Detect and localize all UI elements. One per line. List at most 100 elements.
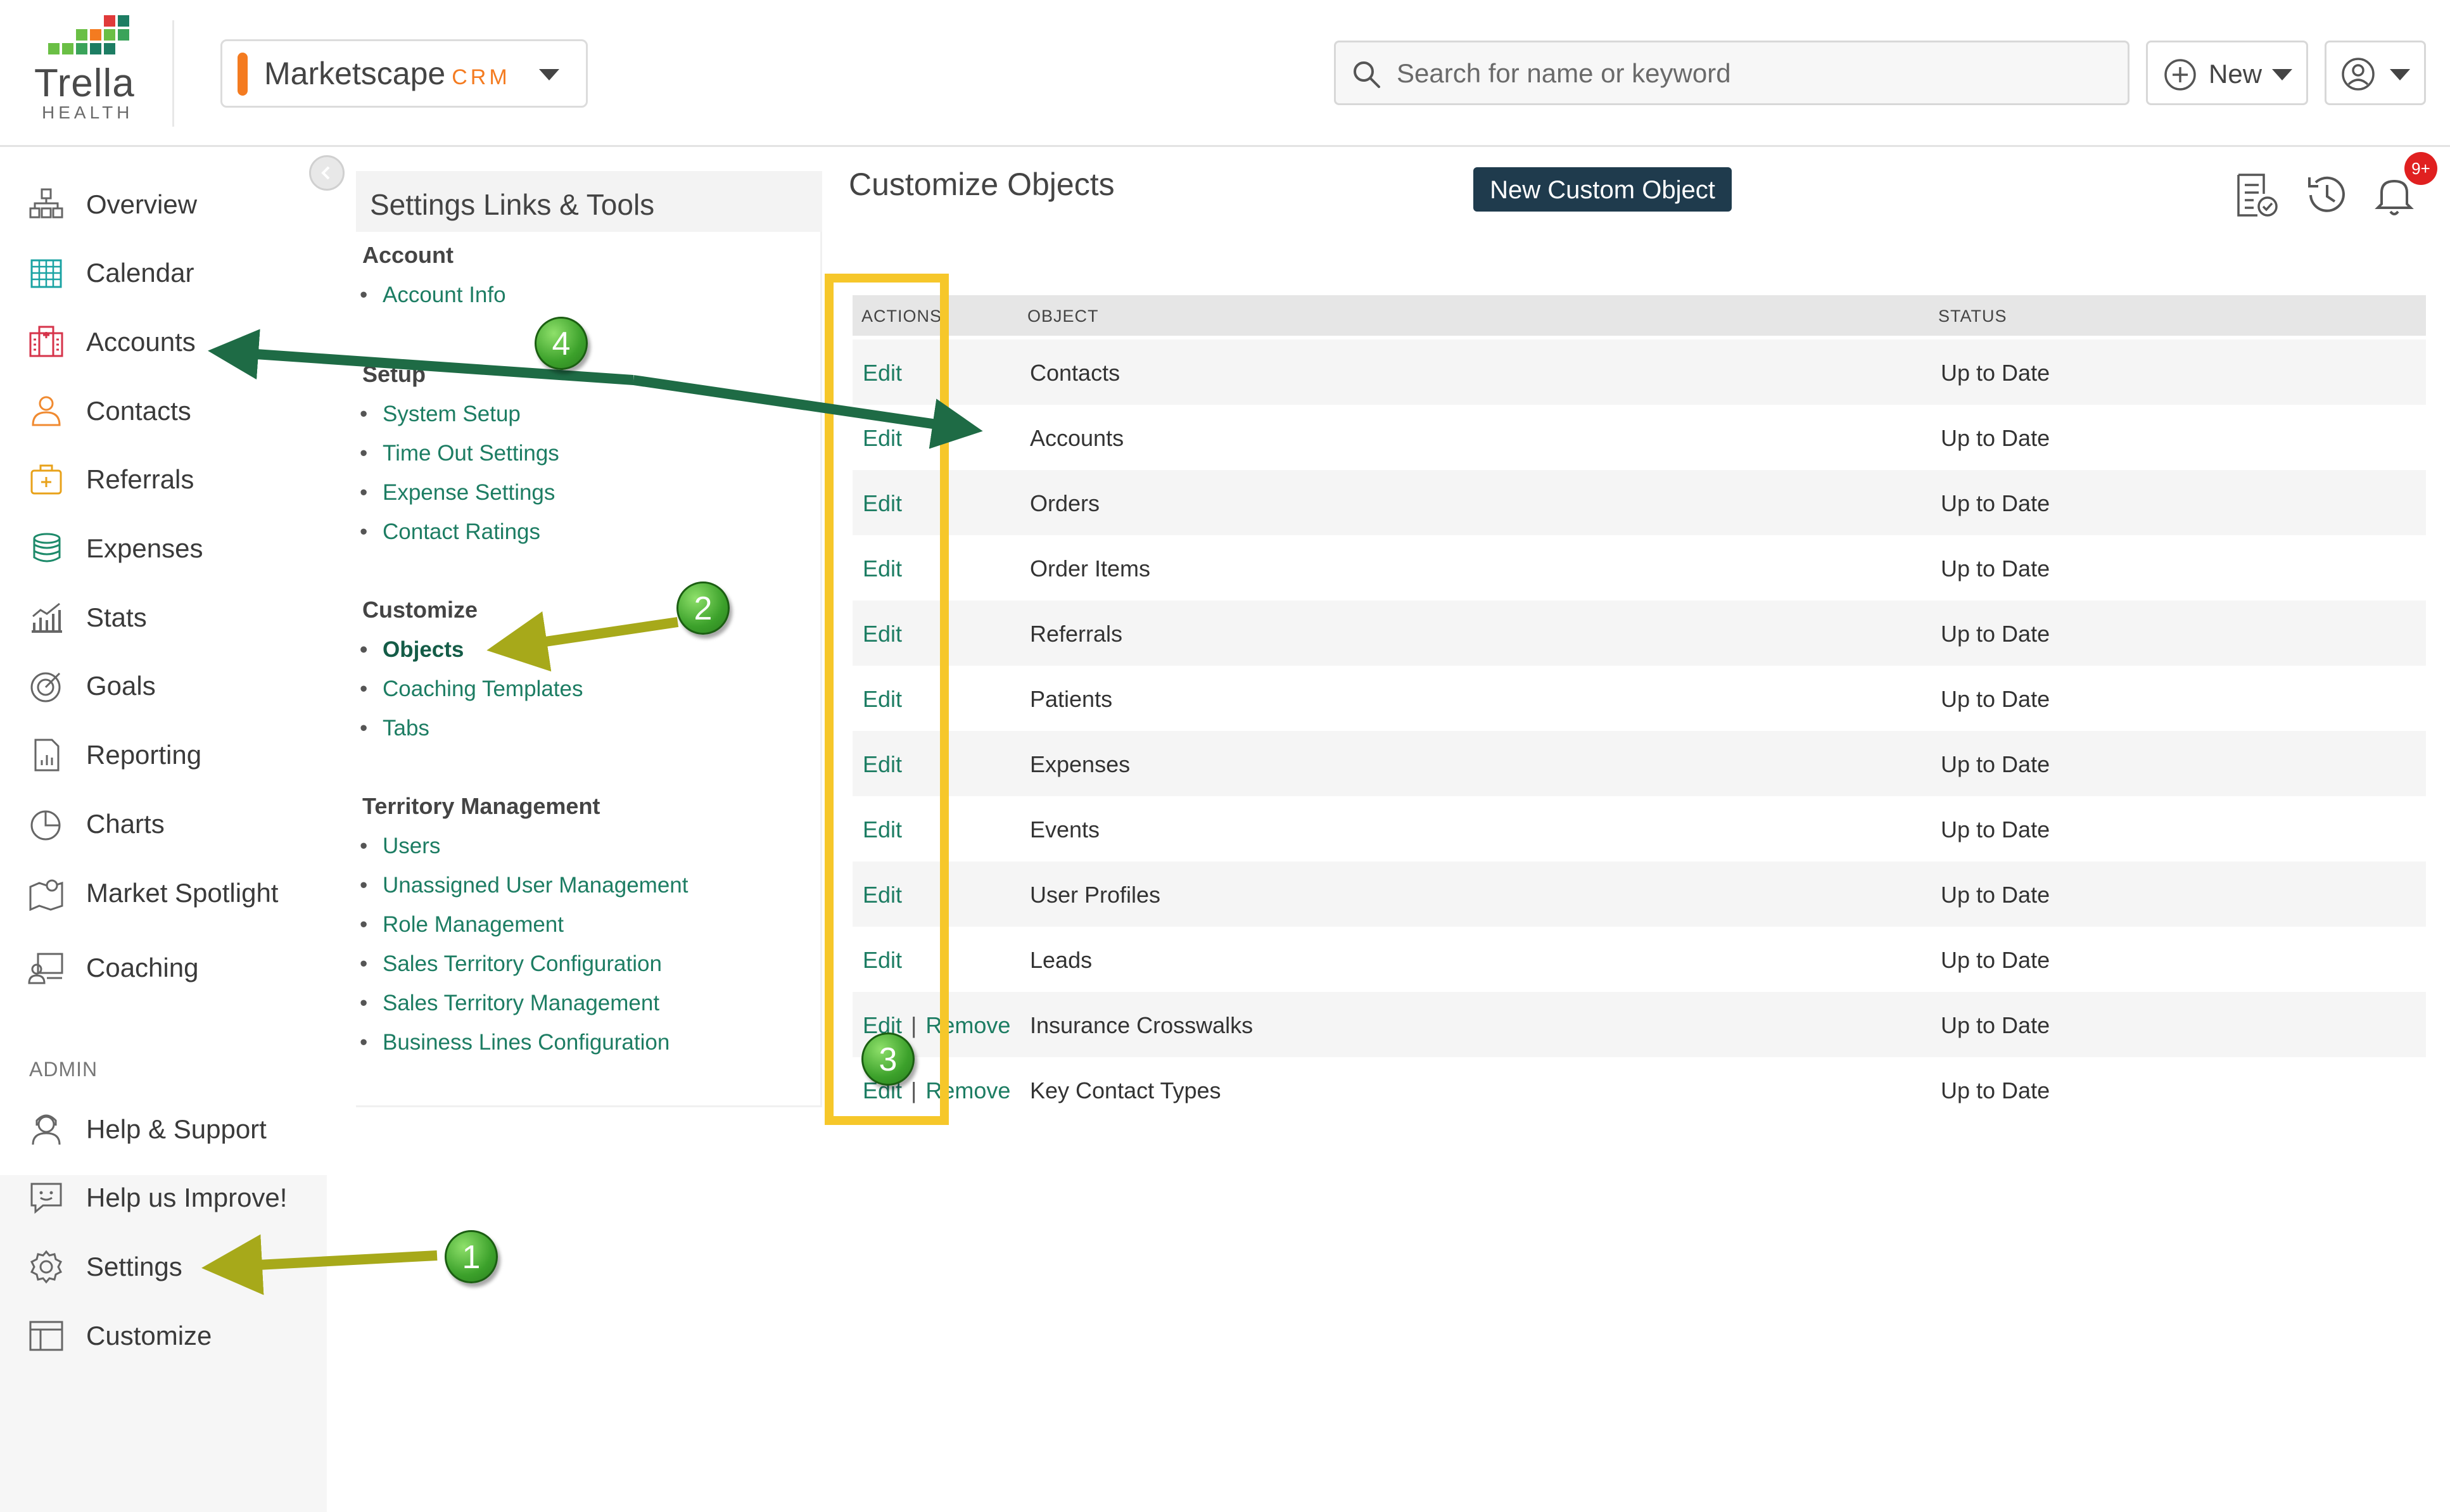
table-row: Edit | Remove Insurance Crosswalks Up to Dat… bbox=[853, 992, 2426, 1057]
user-avatar-icon bbox=[2342, 58, 2375, 91]
table-row: Edit | Remove Key Contact Types Up to Date bbox=[853, 1057, 2426, 1122]
header-status: STATUS bbox=[1938, 307, 2007, 326]
sidebar-item-help-support[interactable]: Help & Support bbox=[0, 1099, 327, 1160]
app-name: Marketscape CRM bbox=[264, 55, 511, 92]
sidebar: Overview Calendar Accounts Contacts Refe… bbox=[0, 149, 345, 1512]
step-marker-4: 4 bbox=[535, 317, 588, 370]
logo-wordmark: Trella bbox=[34, 61, 135, 105]
header-divider bbox=[172, 20, 174, 127]
sidebar-item-contacts[interactable]: Contacts bbox=[0, 381, 327, 442]
object-status: Up to Date bbox=[1941, 360, 2050, 386]
sidebar-item-market-spotlight[interactable]: Market Spotlight bbox=[0, 863, 327, 924]
object-status: Up to Date bbox=[1941, 425, 2050, 451]
object-name: Key Contact Types bbox=[1030, 1077, 1221, 1103]
step-marker-1: 1 bbox=[445, 1230, 498, 1283]
link-system-setup[interactable]: System Setup bbox=[360, 402, 521, 427]
object-status: Up to Date bbox=[1941, 1012, 2050, 1038]
object-name: Leads bbox=[1030, 947, 1093, 973]
object-name: Events bbox=[1030, 816, 1100, 842]
link-time-out-settings[interactable]: Time Out Settings bbox=[360, 441, 559, 466]
coaching-icon bbox=[28, 953, 63, 984]
object-name: Referrals bbox=[1030, 621, 1123, 647]
app-switcher-dropdown[interactable]: Marketscape CRM bbox=[220, 39, 588, 108]
link-role-management[interactable]: Role Management bbox=[360, 912, 564, 937]
table-row: Edit Orders Up to Date bbox=[853, 470, 2426, 535]
sidebar-item-accounts[interactable]: Accounts bbox=[0, 312, 327, 372]
link-contact-ratings[interactable]: Contact Ratings bbox=[360, 519, 540, 545]
sidebar-item-overview[interactable]: Overview bbox=[0, 174, 327, 235]
sidebar-item-reporting[interactable]: Reporting bbox=[0, 725, 327, 785]
chevron-down-icon bbox=[2390, 69, 2410, 80]
sidebar-item-settings[interactable]: Settings bbox=[0, 1236, 327, 1297]
referrals-icon bbox=[30, 464, 62, 495]
link-sales-territory-configuration[interactable]: Sales Territory Configuration bbox=[360, 951, 662, 977]
gear-icon bbox=[30, 1250, 63, 1284]
search-icon bbox=[1354, 61, 1380, 88]
sidebar-item-help-improve[interactable]: Help us Improve! bbox=[0, 1167, 327, 1228]
object-name: Contacts bbox=[1030, 360, 1120, 386]
sidebar-item-label: Help us Improve! bbox=[86, 1183, 288, 1212]
sidebar-item-label: Market Spotlight bbox=[86, 878, 279, 908]
search-box[interactable] bbox=[1334, 41, 2129, 105]
link-coaching-templates[interactable]: Coaching Templates bbox=[360, 677, 583, 702]
expenses-icon bbox=[33, 533, 61, 562]
group-territory-heading: Territory Management bbox=[362, 793, 600, 819]
settings-panel-title: Settings Links & Tools bbox=[356, 171, 822, 232]
sidebar-item-referrals[interactable]: Referrals bbox=[0, 449, 327, 510]
link-account-info[interactable]: Account Info bbox=[360, 283, 506, 308]
new-button-label: New bbox=[2209, 59, 2263, 89]
link-objects[interactable]: Objects bbox=[360, 637, 464, 663]
object-name: Orders bbox=[1030, 490, 1100, 516]
object-status: Up to Date bbox=[1941, 490, 2050, 516]
table-row: Edit Contacts Up to Date bbox=[853, 340, 2426, 405]
sidebar-item-coaching[interactable]: Coaching bbox=[0, 937, 327, 998]
sidebar-item-customize[interactable]: Customize bbox=[0, 1306, 327, 1366]
sidebar-item-expenses[interactable]: Expenses bbox=[0, 518, 327, 579]
overview-icon bbox=[29, 188, 63, 219]
link-business-lines-configuration[interactable]: Business Lines Configuration bbox=[360, 1030, 670, 1055]
search-input[interactable] bbox=[1395, 53, 2111, 94]
sidebar-item-label: Goals bbox=[86, 671, 156, 701]
settings-links-panel: Settings Links & Tools Account Account I… bbox=[356, 171, 822, 1107]
sidebar-item-label: Expenses bbox=[86, 533, 203, 563]
reporting-icon bbox=[34, 739, 60, 772]
object-status: Up to Date bbox=[1941, 751, 2050, 777]
object-status: Up to Date bbox=[1941, 686, 2050, 712]
sidebar-item-goals[interactable]: Goals bbox=[0, 656, 327, 716]
sidebar-item-label: Settings bbox=[86, 1252, 182, 1281]
sidebar-item-calendar[interactable]: Calendar bbox=[0, 243, 327, 303]
object-name: Expenses bbox=[1030, 751, 1131, 777]
user-menu-button[interactable] bbox=[2325, 41, 2426, 105]
link-tabs[interactable]: Tabs bbox=[360, 716, 429, 741]
app-name-suffix: CRM bbox=[452, 65, 511, 89]
link-expense-settings[interactable]: Expense Settings bbox=[360, 480, 555, 505]
admin-heading: ADMIN bbox=[29, 1058, 98, 1081]
history-icon[interactable] bbox=[2302, 171, 2350, 219]
object-status: Up to Date bbox=[1941, 621, 2050, 647]
object-name: User Profiles bbox=[1030, 882, 1161, 908]
sidebar-item-label: Accounts bbox=[86, 327, 196, 357]
trella-logo[interactable]: Trella HEALTH bbox=[30, 15, 138, 127]
task-list-icon[interactable] bbox=[2232, 171, 2280, 219]
new-custom-object-button[interactable]: New Custom Object bbox=[1473, 167, 1732, 212]
sidebar-item-charts[interactable]: Charts bbox=[0, 794, 327, 854]
app-name-text: Marketscape bbox=[264, 56, 446, 91]
support-icon bbox=[32, 1114, 61, 1145]
app-accent-bar bbox=[238, 53, 248, 96]
link-users[interactable]: Users bbox=[360, 834, 441, 859]
new-button[interactable]: New bbox=[2146, 41, 2308, 105]
object-name: Order Items bbox=[1030, 556, 1151, 581]
table-header: ACTIONS OBJECT STATUS bbox=[853, 295, 2426, 336]
chevron-down-icon bbox=[2272, 69, 2292, 80]
link-sales-territory-management[interactable]: Sales Territory Management bbox=[360, 991, 659, 1016]
sidebar-item-label: Charts bbox=[86, 809, 165, 839]
contacts-icon bbox=[32, 396, 61, 426]
table-row: Edit Referrals Up to Date bbox=[853, 600, 2426, 666]
object-status: Up to Date bbox=[1941, 556, 2050, 581]
sidebar-item-stats[interactable]: Stats bbox=[0, 587, 327, 648]
link-unassigned-user-management[interactable]: Unassigned User Management bbox=[360, 873, 689, 898]
sidebar-item-label: Reporting bbox=[86, 740, 202, 770]
header-object: OBJECT bbox=[1027, 307, 1099, 326]
group-setup-heading: Setup bbox=[362, 361, 426, 387]
table-row: Edit Events Up to Date bbox=[853, 796, 2426, 861]
